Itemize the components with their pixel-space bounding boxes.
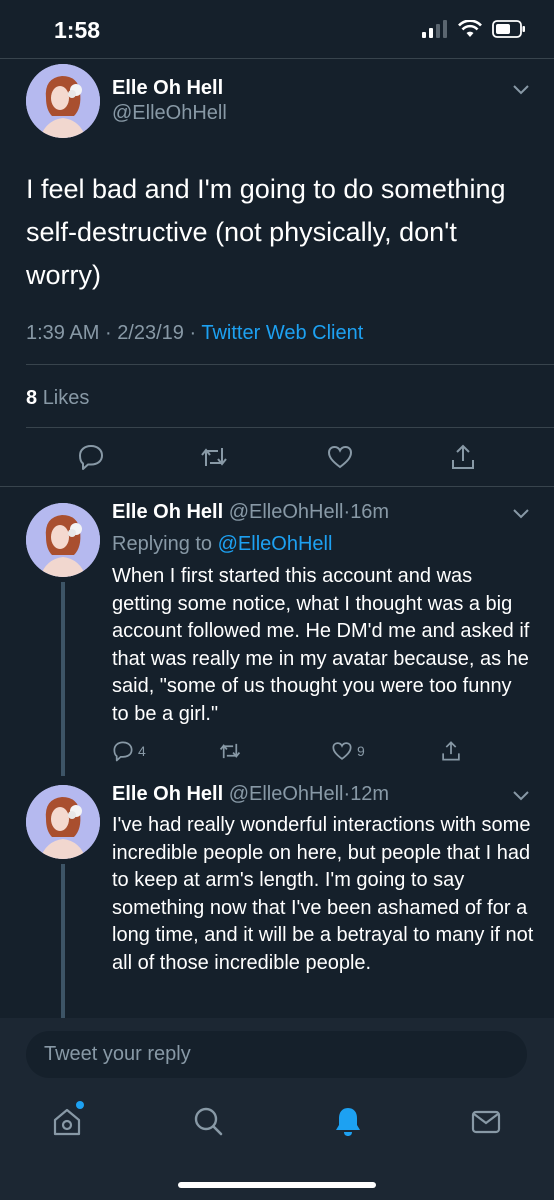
share-icon[interactable] [449, 443, 477, 471]
signal-icon [422, 20, 447, 38]
home-indicator[interactable] [178, 1182, 376, 1188]
reply-input-placeholder: Tweet your reply [44, 1043, 191, 1065]
meta-separator: · [189, 322, 197, 344]
header-divider [0, 58, 554, 59]
tweet-date: 2/23/19 [117, 322, 184, 344]
tweet-time: 1:39 AM [26, 322, 100, 344]
reply-author-handle[interactable]: @ElleOhHell [229, 501, 344, 523]
search-icon[interactable] [191, 1104, 225, 1138]
reply-header: Elle Oh Hell @ElleOhHell·16m [112, 501, 389, 524]
tweet-author-handle[interactable]: @ElleOhHell [112, 102, 227, 125]
reply-age: 16m [350, 501, 390, 523]
meta-divider [26, 364, 554, 365]
main-tweet-divider [0, 486, 554, 487]
retweet-icon [219, 743, 241, 759]
reply-header: Elle Oh Hell @ElleOhHell·12m [112, 783, 389, 806]
reply-author-handle[interactable]: @ElleOhHell [229, 783, 344, 805]
reply-actions: 4 9 [0, 740, 554, 766]
like-icon[interactable] [326, 443, 354, 471]
tweet-meta: 1:39 AM · 2/23/19 · Twitter Web Client [26, 322, 363, 345]
replying-to-label: Replying to [112, 533, 213, 555]
thread-line [61, 864, 65, 1018]
likes-count[interactable]: 8 Likes [26, 387, 89, 410]
reply-author-name[interactable]: Elle Oh Hell [112, 783, 223, 805]
share-icon [442, 741, 460, 761]
notification-dot [76, 1101, 84, 1109]
chevron-down-icon[interactable] [510, 78, 532, 100]
home-icon[interactable] [50, 1104, 84, 1138]
status-time: 1:58 [54, 17, 101, 43]
likes-label: Likes [42, 387, 90, 409]
mail-icon[interactable] [469, 1104, 503, 1138]
battery-icon [492, 20, 525, 38]
likes-number: 8 [26, 387, 38, 409]
like-button[interactable]: 9 [331, 740, 365, 762]
avatar[interactable] [26, 785, 100, 859]
chevron-down-icon[interactable] [510, 784, 532, 806]
meta-separator: · [104, 322, 112, 344]
share-button[interactable] [440, 740, 462, 762]
replying-to-handle[interactable]: @ElleOhHell [218, 533, 333, 555]
reply-text: I've had really wonderful interactions w… [112, 814, 534, 974]
reply-text: When I first started this account and wa… [112, 565, 530, 725]
status-bar: 1:58 [0, 0, 554, 58]
reply-button[interactable]: 4 [112, 740, 146, 762]
likes-divider [26, 427, 554, 428]
avatar[interactable] [26, 503, 100, 577]
reply-count: 4 [138, 743, 146, 759]
like-count: 9 [357, 743, 365, 759]
tweet-client[interactable]: Twitter Web Client [201, 322, 363, 344]
tweet-actions [0, 443, 554, 473]
bell-icon[interactable] [331, 1104, 365, 1138]
reply-icon [113, 741, 133, 762]
retweet-button[interactable] [218, 740, 242, 762]
chevron-down-icon[interactable] [510, 502, 532, 524]
tweet-text: I feel bad and I'm going to do something… [26, 174, 506, 290]
replying-to: Replying to @ElleOhHell [112, 533, 332, 556]
like-icon [332, 742, 352, 760]
reply-author-name[interactable]: Elle Oh Hell [112, 501, 223, 523]
reply-age: 12m [350, 783, 390, 805]
status-icons [422, 20, 526, 38]
reply-icon[interactable] [77, 443, 105, 471]
tweet-author-name[interactable]: Elle Oh Hell [112, 77, 223, 100]
wifi-icon [458, 20, 482, 37]
avatar[interactable] [26, 64, 100, 138]
retweet-icon[interactable] [199, 443, 229, 471]
